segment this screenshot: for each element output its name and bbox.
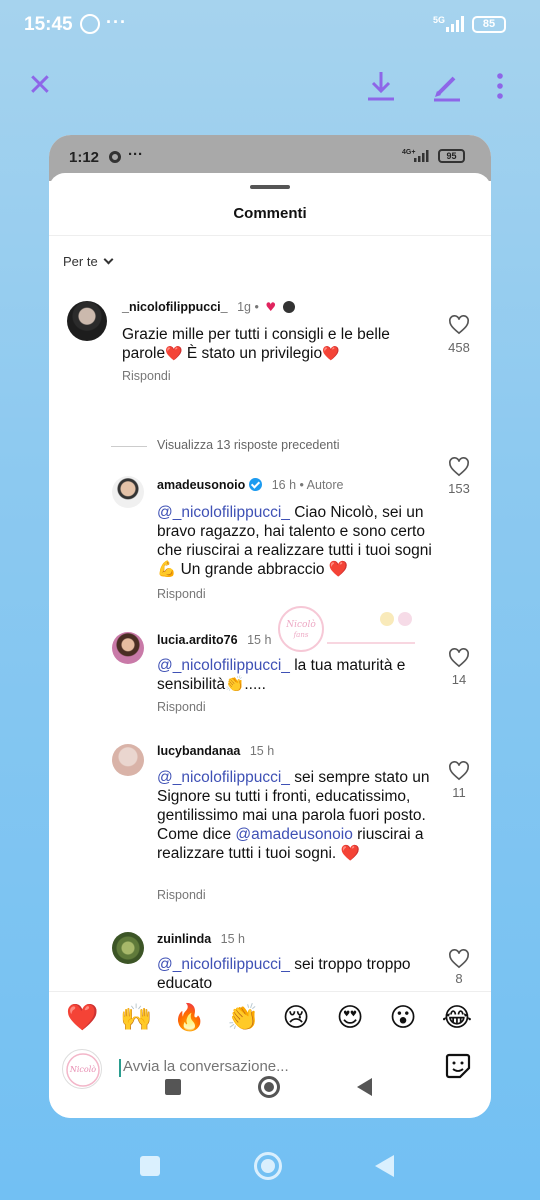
comment-text: @_nicolofilippucci_ sei sempre stato un …: [157, 768, 432, 863]
mention-link[interactable]: @_nicolofilippucci_: [157, 769, 290, 786]
comment-text: @_nicolofilippucci_ Ciao Nicolò, sei un …: [157, 503, 432, 579]
reaction-heart-eyes[interactable]: 😍: [334, 1002, 366, 1034]
back-icon[interactable]: [375, 1155, 394, 1177]
comments-sheet: Commenti Per te _nicolofilippucci_ 1g • …: [49, 173, 491, 1118]
like-count: 14: [451, 672, 467, 687]
avatar[interactable]: [112, 932, 144, 964]
reply-button[interactable]: Rispondi: [157, 700, 206, 714]
svg-text:fans: fans: [293, 631, 309, 639]
sort-dropdown[interactable]: Per te: [63, 254, 114, 269]
comment-time: 1g •: [237, 300, 259, 314]
watermark-logo: Nicolò fans: [278, 606, 415, 652]
comment-text: @_nicolofilippucci_ sei troppo troppo ed…: [157, 955, 432, 993]
reply-button[interactable]: Rispondi: [157, 587, 206, 601]
comment-header: lucybandanaa 15 h: [157, 744, 274, 758]
username[interactable]: zuinlinda: [157, 932, 211, 946]
reaction-bar: ❤️ 🙌 🔥 👏 😢 😍 😮 😂: [49, 991, 491, 1041]
heart-icon: ♥: [265, 300, 277, 314]
reaction-laughing[interactable]: 😂: [441, 1002, 473, 1034]
like-count: 8: [455, 971, 463, 986]
comment-header: lucia.ardito76 15 h: [157, 633, 271, 647]
username[interactable]: lucybandanaa: [157, 744, 240, 758]
comment-header: amadeusonoio 16 h • Autore: [157, 478, 344, 492]
inner-battery-icon: 95: [438, 149, 465, 163]
username[interactable]: amadeusonoio: [157, 478, 245, 492]
heart-emoji: ❤️: [165, 346, 183, 362]
battery-icon: 85: [472, 16, 506, 33]
comment-time: 15 h: [220, 932, 245, 946]
home-icon[interactable]: [258, 1076, 280, 1098]
divider: [49, 235, 491, 236]
signal-icon: [446, 16, 464, 32]
screenshot-image: 1:12 ··· 4G+ 95 Commenti Per te _nicolof…: [49, 135, 491, 1118]
inner-navigation-bar: [49, 1060, 491, 1118]
heart-emoji: ❤️: [322, 346, 340, 362]
mention-link[interactable]: @amadeusonoio: [235, 826, 352, 843]
like-heart-icon[interactable]: [448, 648, 470, 668]
more-options-icon[interactable]: [490, 70, 510, 102]
network-type: 5G: [433, 15, 446, 25]
like-heart-icon[interactable]: [448, 457, 470, 477]
reply-button[interactable]: Rispondi: [122, 369, 171, 383]
avatar[interactable]: [67, 301, 107, 341]
like-count: 458: [448, 340, 470, 355]
more-notifications-icon: ···: [106, 12, 127, 32]
edit-icon[interactable]: [432, 70, 462, 102]
comment-time: 15 h: [249, 744, 275, 758]
reaction-crying[interactable]: 😢: [280, 1002, 312, 1034]
reaction-surprised[interactable]: 😮: [387, 1002, 419, 1034]
status-time: 15:45: [24, 14, 73, 35]
download-icon[interactable]: [366, 70, 396, 102]
recents-icon[interactable]: [165, 1079, 181, 1095]
outer-navigation-bar: [0, 1136, 540, 1200]
mention-link[interactable]: @_nicolofilippucci_: [157, 956, 290, 973]
home-icon[interactable]: [254, 1152, 282, 1180]
like-heart-icon[interactable]: [448, 761, 470, 781]
recents-icon[interactable]: [140, 1156, 160, 1176]
chevron-down-icon: [103, 254, 114, 265]
comment-text-part: È stato un privilegio: [182, 345, 323, 362]
inner-signal-icon: [414, 150, 429, 162]
comment-time: 16 h • Autore: [271, 478, 344, 492]
comment-text: Grazie mille per tutti i consigli e le b…: [122, 325, 422, 364]
like-count: 153: [448, 481, 470, 496]
thread-line: [111, 446, 147, 447]
comment-text: @_nicolofilippucci_ la tua maturità e se…: [157, 656, 432, 694]
back-icon[interactable]: [357, 1078, 372, 1096]
comment-header: zuinlinda 15 h: [157, 932, 245, 946]
like-heart-icon[interactable]: [448, 949, 470, 969]
reaction-raised-hands[interactable]: 🙌: [120, 1002, 152, 1034]
avatar[interactable]: [112, 744, 144, 776]
reply-button[interactable]: Rispondi: [157, 888, 206, 902]
chrome-icon: [109, 151, 121, 163]
author-avatar-icon: [282, 301, 295, 313]
sort-label: Per te: [63, 254, 98, 269]
reaction-clap[interactable]: 👏: [227, 1002, 259, 1034]
like-count: 11: [452, 785, 466, 800]
close-icon[interactable]: ✕: [26, 71, 54, 101]
inner-more-icon: ···: [128, 146, 143, 163]
mention-link[interactable]: @_nicolofilippucci_: [157, 657, 290, 674]
like-heart-icon[interactable]: [448, 315, 470, 335]
inner-status-time: 1:12: [69, 149, 100, 166]
whatsapp-icon: [80, 14, 100, 34]
drag-handle[interactable]: [250, 185, 290, 189]
view-previous-replies[interactable]: Visualizza 13 risposte precedenti: [157, 438, 340, 452]
svg-text:Nicolò: Nicolò: [285, 619, 316, 630]
avatar[interactable]: [112, 632, 144, 664]
verified-badge-icon: [249, 478, 263, 491]
mention-link[interactable]: @_nicolofilippucci_: [157, 504, 290, 521]
reaction-heart[interactable]: ❤️: [66, 1002, 98, 1034]
username[interactable]: lucia.ardito76: [157, 633, 238, 647]
comment-time: 15 h: [247, 633, 272, 647]
username[interactable]: _nicolofilippucci_: [122, 300, 228, 314]
outer-status-bar: 15:45 ··· 5G 85: [0, 0, 540, 52]
sheet-title: Commenti: [233, 205, 307, 222]
comment-header: _nicolofilippucci_ 1g • ♥: [122, 300, 295, 314]
reaction-fire[interactable]: 🔥: [173, 1002, 205, 1034]
avatar[interactable]: [112, 476, 144, 508]
